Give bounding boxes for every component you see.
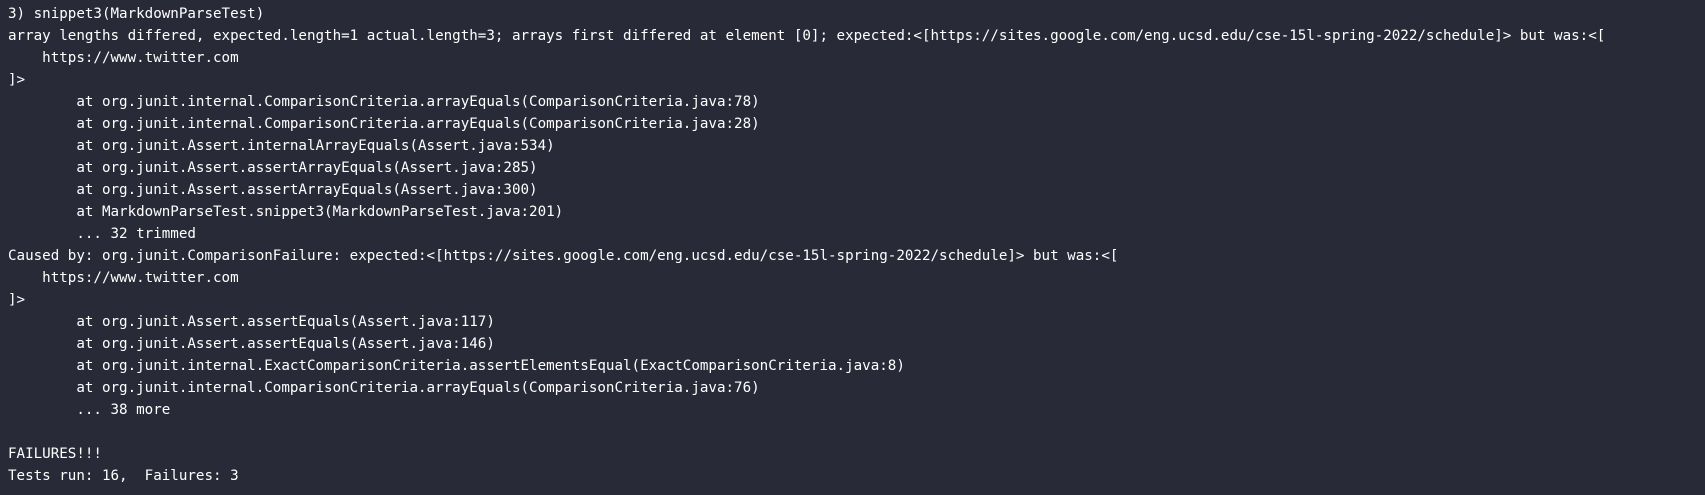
trimmed-frames-line: ... 32 trimmed [8,226,196,242]
actual-value-line: https://www.twitter.com [8,270,239,286]
stack-trace-line: at org.junit.Assert.internalArrayEquals(… [8,138,555,154]
stack-trace-line: at org.junit.Assert.assertEquals(Assert.… [8,336,495,352]
terminal-output[interactable]: 3) snippet3(MarkdownParseTest) array len… [0,0,1705,495]
stack-trace-line: at org.junit.Assert.assertArrayEquals(As… [8,182,538,198]
stack-trace-line: at MarkdownParseTest.snippet3(MarkdownPa… [8,204,564,220]
actual-value-line: https://www.twitter.com [8,50,239,66]
assertion-message-line: array lengths differed, expected.length=… [8,28,1606,44]
failure-header-line: 3) snippet3(MarkdownParseTest) [8,6,265,22]
array-close-line: ]> [8,72,26,88]
caused-by-line: Caused by: org.junit.ComparisonFailure: … [8,248,1119,264]
stack-trace-line: at org.junit.internal.ComparisonCriteria… [8,116,760,132]
more-frames-line: ... 38 more [8,402,171,418]
stack-trace-line: at org.junit.Assert.assertArrayEquals(As… [8,160,538,176]
failures-banner: FAILURES!!! [8,446,102,462]
stack-trace-line: at org.junit.internal.ComparisonCriteria… [8,94,760,110]
array-close-line: ]> [8,292,26,308]
stack-trace-line: at org.junit.internal.ExactComparisonCri… [8,358,905,374]
stack-trace-line: at org.junit.Assert.assertEquals(Assert.… [8,314,495,330]
stack-trace-line: at org.junit.internal.ComparisonCriteria… [8,380,760,396]
test-summary-line: Tests run: 16, Failures: 3 [8,468,239,484]
